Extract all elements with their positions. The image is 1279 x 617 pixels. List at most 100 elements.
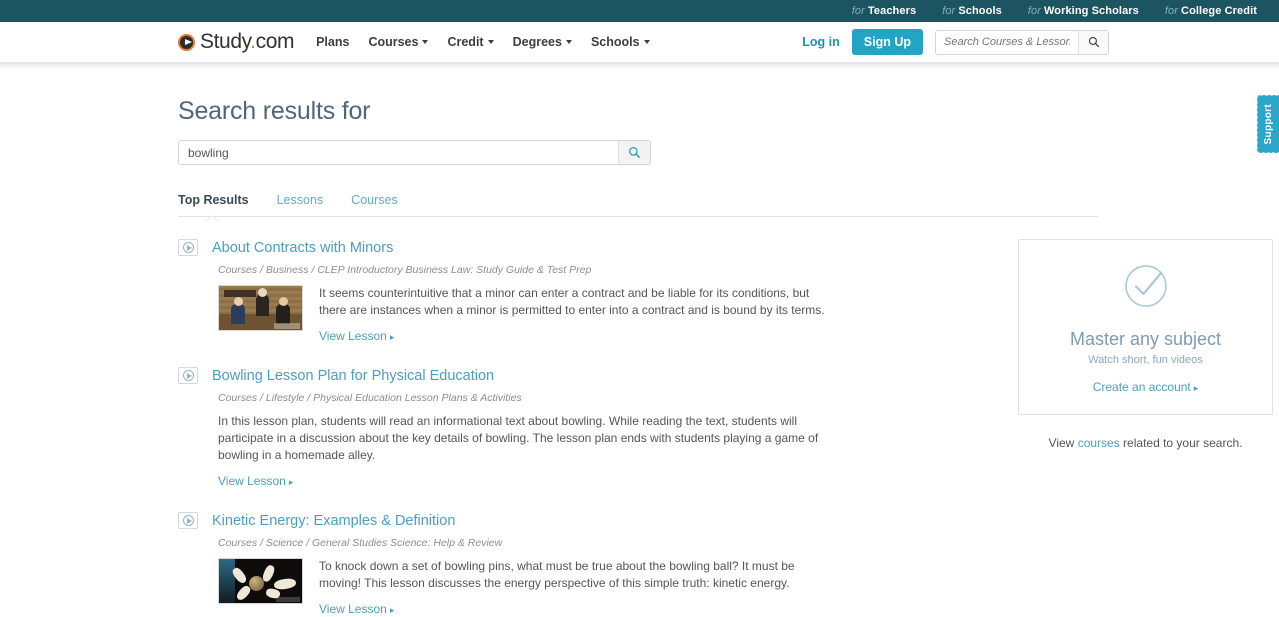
sidebar-note: View courses related to your search. xyxy=(1018,436,1273,450)
nav-item-plans[interactable]: Plans xyxy=(316,35,349,49)
topbar-link-prefix: for xyxy=(851,5,865,17)
result-title-link[interactable]: Bowling Lesson Plan for Physical Educati… xyxy=(212,368,494,384)
nav-item-schools[interactable]: Schools xyxy=(591,35,650,49)
nav-search-box xyxy=(935,29,1109,55)
thumbnail-watermark xyxy=(274,323,300,329)
tab-label: Courses xyxy=(351,193,398,207)
support-tab-label: Support xyxy=(1263,103,1274,145)
search-icon xyxy=(1088,36,1099,48)
view-lesson-link[interactable]: View Lesson ▸ xyxy=(218,474,293,488)
support-tab[interactable]: Support xyxy=(1257,95,1279,153)
topbar-link-working-scholars[interactable]: for Working Scholars xyxy=(1028,5,1139,17)
thumbnail-judge-figure xyxy=(256,288,269,316)
play-circle-icon xyxy=(182,242,194,253)
result-body: To knock down a set of bowling pins, wha… xyxy=(218,558,838,617)
thumbnail-bowling-ball xyxy=(249,576,264,591)
thumbnail-pin xyxy=(273,577,297,591)
chevron-down-icon xyxy=(487,40,494,44)
view-lesson-link[interactable]: View Lesson ▸ xyxy=(319,329,394,343)
chevron-down-icon xyxy=(422,40,429,44)
page-body: Search results for Top Results Lessons C… xyxy=(0,97,1279,617)
thumbnail-watermark xyxy=(276,597,300,602)
nav-search-button[interactable] xyxy=(1078,30,1108,54)
topbar-link-prefix: for xyxy=(1164,5,1179,17)
promo-card: Master any subject Watch short, fun vide… xyxy=(1018,239,1273,415)
topbar-link-schools[interactable]: for Schools xyxy=(942,5,1002,17)
topbar-link-teachers[interactable]: for Teachers xyxy=(852,5,916,17)
search-result-item: Bowling Lesson Plan for Physical Educati… xyxy=(178,367,838,490)
play-circle-icon xyxy=(182,515,194,526)
sidebar-courses-link[interactable]: courses xyxy=(1078,436,1120,450)
content-columns: About Contracts with Minors Courses / Bu… xyxy=(178,239,1279,617)
result-header: About Contracts with Minors xyxy=(178,239,838,256)
nav-item-degrees[interactable]: Degrees xyxy=(513,35,572,49)
thumbnail-banner xyxy=(224,290,256,297)
view-lesson-label: View Lesson xyxy=(218,474,286,488)
result-description: It seems counterintuitive that a minor c… xyxy=(319,286,825,317)
result-thumbnail[interactable] xyxy=(218,558,303,604)
login-link[interactable]: Log in xyxy=(802,35,840,49)
view-lesson-label: View Lesson xyxy=(319,329,387,343)
main-navigation: Study.com Plans Courses Credit Degrees S… xyxy=(0,22,1279,62)
search-results-list: About Contracts with Minors Courses / Bu… xyxy=(178,239,838,617)
result-description: To knock down a set of bowling pins, wha… xyxy=(319,559,795,590)
search-icon xyxy=(628,146,641,159)
sidebar-note-suffix: related to your search. xyxy=(1119,436,1243,450)
topbar-link-college-credit[interactable]: for College Credit xyxy=(1165,5,1257,17)
result-header: Bowling Lesson Plan for Physical Educati… xyxy=(178,367,838,384)
create-account-link[interactable]: Create an account ▸ xyxy=(1093,380,1199,394)
arrow-right-icon: ▸ xyxy=(288,477,294,487)
result-header: Kinetic Energy: Examples & Definition xyxy=(178,512,838,529)
nav-item-courses[interactable]: Courses xyxy=(368,35,429,49)
search-input[interactable] xyxy=(179,141,618,164)
nav-item-label: Courses xyxy=(368,35,419,49)
play-circle-icon xyxy=(182,370,194,381)
topbar-link-label: Schools xyxy=(958,5,1002,17)
result-title-link[interactable]: About Contracts with Minors xyxy=(212,240,393,256)
tab-label: Top Results xyxy=(178,193,249,207)
topbar-link-label: Teachers xyxy=(867,5,917,17)
circle-check-icon xyxy=(1124,265,1167,307)
topbar-link-label: College Credit xyxy=(1181,5,1257,17)
promo-title: Master any subject xyxy=(1069,329,1222,349)
nav-right-group: Log in Sign Up xyxy=(802,29,1109,55)
nav-search-input[interactable] xyxy=(936,30,1078,54)
logo-text-main: Study xyxy=(200,30,251,53)
nav-item-label: Plans xyxy=(316,35,350,49)
search-result-item: Kinetic Energy: Examples & Definition Co… xyxy=(178,512,838,617)
thumbnail-person-left xyxy=(231,297,245,324)
tab-courses[interactable]: Courses xyxy=(351,193,398,207)
nav-divider xyxy=(0,62,1279,69)
tab-lessons[interactable]: Lessons xyxy=(277,193,324,207)
result-text-column: To knock down a set of bowling pins, wha… xyxy=(319,558,838,617)
site-logo[interactable]: Study.com xyxy=(178,30,294,54)
view-lesson-label: View Lesson xyxy=(319,602,387,616)
result-description: In this lesson plan, students will read … xyxy=(218,414,819,462)
results-search-box xyxy=(178,140,651,165)
result-breadcrumb: Courses / Science / General Studies Scie… xyxy=(218,537,503,549)
result-breadcrumb: Courses / Lifestyle / Physical Education… xyxy=(218,392,522,404)
topbar-link-prefix: for xyxy=(1027,5,1041,17)
video-lesson-icon xyxy=(178,239,198,256)
page-title: Search results for xyxy=(178,97,371,125)
thumbnail-lane-glow xyxy=(219,559,235,603)
nav-item-label: Schools xyxy=(590,35,640,49)
search-submit-button[interactable] xyxy=(618,141,650,164)
result-title-link[interactable]: Kinetic Energy: Examples & Definition xyxy=(212,513,455,529)
nav-item-label: Credit xyxy=(447,35,484,49)
topbar-link-label: Working Scholars xyxy=(1043,5,1139,17)
tab-top-results[interactable]: Top Results xyxy=(178,193,249,207)
logo-text-suffix: com xyxy=(255,30,295,53)
nav-links: Plans Courses Credit Degrees Schools xyxy=(316,35,650,49)
sidebar: Master any subject Watch short, fun vide… xyxy=(1018,239,1273,617)
signup-button[interactable]: Sign Up xyxy=(851,29,923,55)
view-lesson-link[interactable]: View Lesson ▸ xyxy=(319,602,394,616)
nav-item-credit[interactable]: Credit xyxy=(447,35,494,49)
result-text-column: It seems counterintuitive that a minor c… xyxy=(319,285,838,345)
topbar-link-prefix: for xyxy=(942,5,956,17)
arrow-right-icon: ▸ xyxy=(1193,383,1199,393)
nav-item-label: Degrees xyxy=(512,35,562,49)
result-body: It seems counterintuitive that a minor c… xyxy=(218,285,838,345)
result-thumbnail[interactable] xyxy=(218,285,303,331)
video-lesson-icon xyxy=(178,512,198,529)
